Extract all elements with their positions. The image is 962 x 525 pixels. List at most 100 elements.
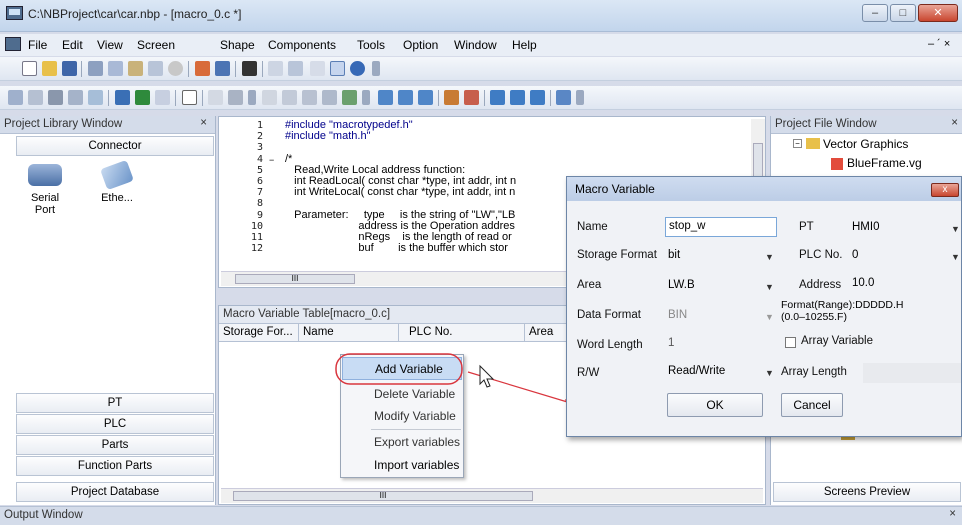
menu-option[interactable]: Option [403,38,438,52]
pt-dropdown-icon[interactable]: ▼ [951,224,960,234]
toolbar-overflow-icon-2[interactable] [248,90,256,105]
word-length-input[interactable]: 1 [665,335,765,355]
function-parts-tab[interactable]: Function Parts [16,456,214,476]
toolbar-overflow-icon[interactable] [372,61,380,76]
screen-icon[interactable] [310,61,325,76]
cancel-button[interactable]: Cancel [781,393,843,417]
minimize-button[interactable]: – [862,4,888,22]
table-hscrollbar[interactable]: III [221,488,763,503]
rw-select[interactable]: Read/Write [665,363,765,383]
window-cascade-icon[interactable] [510,90,525,105]
delete-icon[interactable] [168,61,183,76]
editor-scroll-thumb[interactable]: III [235,274,355,284]
close-window-button[interactable]: ✕ [918,4,958,22]
storage-dropdown-icon[interactable]: ▼ [765,252,774,262]
col-name[interactable]: Name [299,324,399,342]
align-left-icon[interactable] [378,90,393,105]
macro-icon[interactable] [182,90,197,105]
address-input[interactable]: 10.0 [849,275,949,295]
storage-format-select[interactable]: bit [665,247,765,267]
upload-icon[interactable] [302,90,317,105]
rw-dropdown-icon[interactable]: ▼ [765,368,774,378]
new-file-icon[interactable] [22,61,37,76]
screens-preview-tab[interactable]: Screens Preview [773,482,961,502]
save-icon[interactable] [62,61,77,76]
menu-view[interactable]: View [97,38,123,52]
redo-icon[interactable] [215,61,230,76]
plc-tab[interactable]: PLC [16,414,214,434]
serial-port-item[interactable]: Serial Port [20,164,70,224]
connector-tab[interactable]: Connector [16,136,214,156]
online-sim-icon[interactable] [342,90,357,105]
menu-window[interactable]: Window [454,38,497,52]
menu-edit[interactable]: Edit [62,38,83,52]
car-icon[interactable] [228,90,243,105]
camera-icon[interactable] [444,90,459,105]
duplicate-icon[interactable] [148,61,163,76]
ethernet-item[interactable]: Ethe... [92,159,142,224]
export-icon[interactable] [556,90,571,105]
image-icon[interactable] [115,90,130,105]
export-variables-item[interactable]: Export variables [342,431,462,454]
col-plc-no[interactable]: PLC No. [399,324,525,342]
properties-icon[interactable] [330,61,345,76]
menu-shape[interactable]: Shape [220,38,255,52]
area-dropdown-icon[interactable]: ▼ [765,282,774,292]
file-window-close-icon[interactable]: × [951,117,958,129]
plc-no-dropdown-icon[interactable]: ▼ [951,252,960,262]
copy-screen-icon[interactable] [208,90,223,105]
table-icon[interactable] [48,90,63,105]
fold-icon[interactable]: − [269,155,274,165]
menu-file[interactable]: File [28,38,47,52]
toolbar-overflow-icon-4[interactable] [576,90,584,105]
paste-icon[interactable] [128,61,143,76]
mdi-controls[interactable]: – ´ × [928,38,950,50]
library-icon[interactable] [8,90,23,105]
undo-icon[interactable] [195,61,210,76]
simulate-icon[interactable] [322,90,337,105]
print-preview-icon[interactable] [268,61,283,76]
print-icon[interactable] [288,61,303,76]
align-right-icon[interactable] [418,90,433,105]
area-select[interactable]: LW.B [665,277,765,297]
maximize-button[interactable]: □ [890,4,916,22]
grid-icon[interactable] [28,90,43,105]
project-database-tab[interactable]: Project Database [16,482,214,502]
name-input[interactable]: stop_w [665,217,777,237]
tree-collapse-icon[interactable]: − [793,139,802,148]
plc-no-select[interactable]: 0 [849,247,949,267]
compile-icon[interactable] [262,90,277,105]
music-icon[interactable] [155,90,170,105]
dialog-close-button[interactable]: x [931,183,959,197]
copy-icon[interactable] [108,61,123,76]
menu-screen[interactable]: Screen [137,38,175,52]
parts-tab[interactable]: Parts [16,435,214,455]
pt-select[interactable]: HMI0 [849,219,949,239]
table-scroll-thumb[interactable]: III [233,491,533,501]
col-storage-format[interactable]: Storage For... [219,324,299,342]
palette-icon[interactable] [464,90,479,105]
menu-help[interactable]: Help [512,38,537,52]
open-folder-icon[interactable] [42,61,57,76]
library-close-icon[interactable]: × [200,117,207,129]
tree-blueframe[interactable]: BlueFrame.vg [847,156,922,170]
import-variables-item[interactable]: Import variables [342,454,462,477]
output-close-icon[interactable]: × [949,508,956,520]
window-arrange-icon[interactable] [530,90,545,105]
database-icon[interactable] [88,90,103,105]
toolbar-overflow-icon-3[interactable] [362,90,370,105]
find-icon[interactable] [242,61,257,76]
menu-components[interactable]: Components [268,38,336,52]
ok-button[interactable]: OK [667,393,763,417]
window-tile-icon[interactable] [490,90,505,105]
menu-tools[interactable]: Tools [357,38,385,52]
align-center-icon[interactable] [398,90,413,105]
help-icon[interactable] [350,61,365,76]
array-variable-checkbox[interactable] [785,337,796,348]
download-icon[interactable] [282,90,297,105]
form-icon[interactable] [68,90,83,105]
cut-icon[interactable] [88,61,103,76]
pt-tab[interactable]: PT [16,393,214,413]
tree-vector-graphics[interactable]: Vector Graphics [823,137,908,151]
chart-icon[interactable] [135,90,150,105]
